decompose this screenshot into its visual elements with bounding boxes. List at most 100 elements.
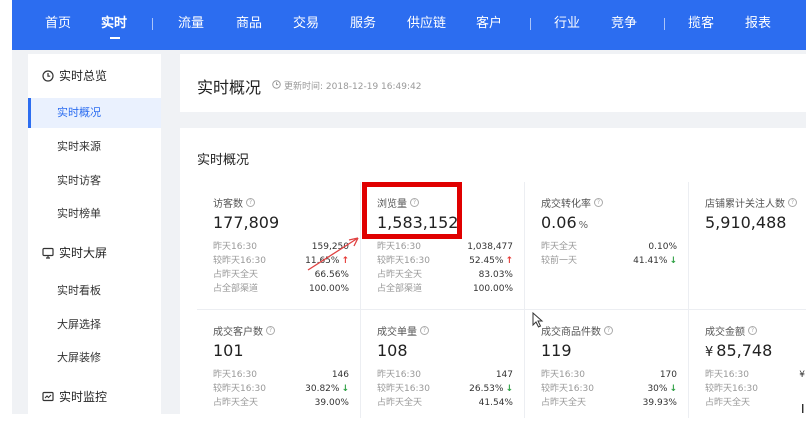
nav-item-service[interactable]: 服务 [350, 16, 376, 32]
metric-value: 1,583,152 [377, 213, 459, 232]
nav-item-trade[interactable]: 交易 [293, 16, 319, 32]
metric-row: 较昨天16:30 30% ↓ [541, 384, 677, 394]
metric-row: 较昨天16:30 52.45% ↑ [377, 256, 513, 266]
metric-row: 占昨天全天 39.93% [541, 398, 677, 408]
metric-row: 占昨天全天 41.54% [377, 398, 513, 408]
sidebar-group-label: 实时监控 [59, 390, 108, 404]
metric-row: 占昨天全天 [705, 398, 751, 408]
metric-row: 较昨天16:30 [705, 384, 758, 394]
top-nav: 首页 实时 流量 商品 交易 服务 供应链 客户 行业 竞争 揽客 报表 [12, 0, 806, 50]
nav-item-product[interactable]: 商品 [236, 16, 262, 32]
nav-separator [664, 18, 665, 30]
metric-row: 较前一天 41.41% ↓ [541, 256, 677, 266]
metric-value: 101 [213, 341, 244, 360]
monitor-icon [42, 247, 54, 259]
help-icon[interactable]: ? [604, 326, 613, 335]
metric-value: 119 [541, 341, 572, 360]
nav-item-report[interactable]: 报表 [745, 16, 771, 32]
sidebar-item-realtime-ranking[interactable]: 实时榜单 [28, 199, 161, 229]
nav-item-industry[interactable]: 行业 [554, 16, 580, 32]
metric-card-conversion-rate[interactable]: 成交转化率? 0.06% 昨天全天 0.10% 较前一天 41.41% ↓ [525, 182, 689, 310]
nav-item-home[interactable]: 首页 [45, 16, 71, 32]
metric-label: 成交金额 [705, 327, 745, 338]
arrow-down-icon: ↓ [669, 256, 677, 266]
metric-label: 成交单量 [377, 327, 417, 338]
help-icon[interactable]: ? [410, 198, 419, 207]
update-time-text: 更新时间: 2018-12-19 16:49:42 [284, 82, 422, 92]
nav-item-realtime[interactable]: 实时 [101, 16, 127, 32]
metric-label: 店铺累计关注人数 [705, 199, 785, 210]
metric-row: 昨天16:30 147 [377, 370, 513, 380]
nav-separator [152, 18, 153, 30]
metric-row: 较昨天16:30 26.53% ↓ [377, 384, 513, 394]
metric-row: 占昨天全天 39.00% [213, 398, 349, 408]
page-title: 实时概况 [197, 78, 262, 97]
help-icon[interactable]: ? [246, 198, 255, 207]
sidebar-group-realtime-monitor[interactable]: 实时监控 [42, 388, 107, 405]
metric-value: ¥85,748 [705, 341, 773, 360]
metric-value: 0.06% [541, 213, 589, 232]
sidebar-item-realtime-visitors[interactable]: 实时访客 [28, 166, 161, 196]
nav-item-competition[interactable]: 竞争 [611, 16, 637, 32]
help-icon[interactable]: ? [594, 198, 603, 207]
metric-card-items-sold[interactable]: 成交商品件数? 119 昨天16:30 170 较昨天16:30 30% ↓ 占昨天全… [525, 310, 689, 418]
nav-separator [530, 18, 531, 30]
sidebar-item-realtime-source[interactable]: 实时来源 [28, 132, 161, 162]
metric-label: 成交商品件数 [541, 327, 601, 338]
arrow-down-icon: ↓ [505, 384, 513, 394]
text-cursor-icon: I [801, 402, 805, 416]
page-header: 实时概况 更新时间: 2018-12-19 16:49:42 [180, 54, 806, 112]
metric-card-followers[interactable]: 店铺累计关注人数? 5,910,488 [689, 182, 806, 310]
metric-value: 108 [377, 341, 408, 360]
metric-row: 占昨天全天 83.03% [377, 270, 513, 280]
metric-row: 昨天16:30 146 [213, 370, 349, 380]
overview-card: 实时概况 访客数? 177,809 昨天16:30 159,250 较昨天16:3… [180, 128, 806, 418]
metric-row: 占全部渠道 100.00% [377, 284, 513, 294]
mouse-pointer-icon [532, 312, 544, 328]
arrow-down-icon: ↓ [341, 384, 349, 394]
metric-value: 177,809 [213, 213, 280, 232]
metric-label: 成交客户数 [213, 327, 263, 338]
metric-label: 访客数 [213, 199, 243, 210]
arrow-up-icon: ↑ [505, 256, 513, 266]
metric-label: 浏览量 [377, 199, 407, 210]
nav-active-indicator [110, 37, 120, 39]
arrow-down-icon: ↓ [669, 384, 677, 394]
clock-icon [42, 69, 54, 82]
nav-item-customer[interactable]: 客户 [476, 16, 502, 32]
metric-row: 昨天16:30 ¥ [705, 370, 805, 380]
help-icon[interactable]: ? [748, 326, 757, 335]
metric-value: 5,910,488 [705, 213, 787, 232]
sidebar-group-realtime-overview[interactable]: 实时总览 [42, 67, 107, 84]
metric-row: 占全部渠道 100.00% [213, 284, 349, 294]
update-time: 更新时间: 2018-12-19 16:49:42 [272, 79, 421, 92]
section-title: 实时概况 [197, 153, 250, 168]
metric-row: 昨天16:30 170 [541, 370, 677, 380]
metric-label: 成交转化率 [541, 199, 591, 210]
metric-row: 较昨天16:30 30.82% ↓ [213, 384, 349, 394]
metric-card-buyers[interactable]: 成交客户数? 101 昨天16:30 146 较昨天16:30 30.82% ↓ 占昨… [197, 310, 361, 418]
sidebar: 实时总览 实时概况 实时来源 实时访客 实时榜单 实时大屏 实时看板 大屏选择 … [28, 54, 161, 414]
metrics-grid: 访客数? 177,809 昨天16:30159,250 较昨天16:3011.6… [197, 182, 806, 418]
help-icon[interactable]: ? [788, 198, 797, 207]
sidebar-group-realtime-screen[interactable]: 实时大屏 [42, 244, 107, 261]
metric-card-pageviews[interactable]: 浏览量? 1,583,152 昨天16:30 1,038,477 较昨天16:30… [361, 182, 525, 310]
nav-item-leads[interactable]: 揽客 [688, 16, 714, 32]
help-icon[interactable]: ? [420, 326, 429, 335]
metric-row: 昨天全天 0.10% [541, 242, 677, 252]
metric-row: 昨天16:30 1,038,477 [377, 242, 513, 252]
metric-card-orders[interactable]: 成交单量? 108 昨天16:30 147 较昨天16:30 26.53% ↓ 占昨天… [361, 310, 525, 418]
sidebar-item-screen-decor[interactable]: 大屏装修 [28, 343, 161, 373]
nav-item-supply-chain[interactable]: 供应链 [407, 16, 446, 32]
sidebar-item-realtime-overview[interactable]: 实时概况 [28, 98, 161, 128]
sidebar-group-label: 实时总览 [59, 69, 108, 83]
sidebar-item-screen-select[interactable]: 大屏选择 [28, 310, 161, 340]
sidebar-group-label: 实时大屏 [59, 246, 108, 260]
annotation-arrow-icon [307, 237, 359, 271]
clock-icon [272, 79, 281, 92]
nav-item-traffic[interactable]: 流量 [178, 16, 204, 32]
help-icon[interactable]: ? [266, 326, 275, 335]
metric-card-gmv[interactable]: 成交金额? ¥85,748 昨天16:30 ¥ 较昨天16:30 占昨天全天 [689, 310, 806, 418]
monitor-watch-icon [42, 391, 54, 403]
sidebar-item-realtime-board[interactable]: 实时看板 [28, 276, 161, 306]
